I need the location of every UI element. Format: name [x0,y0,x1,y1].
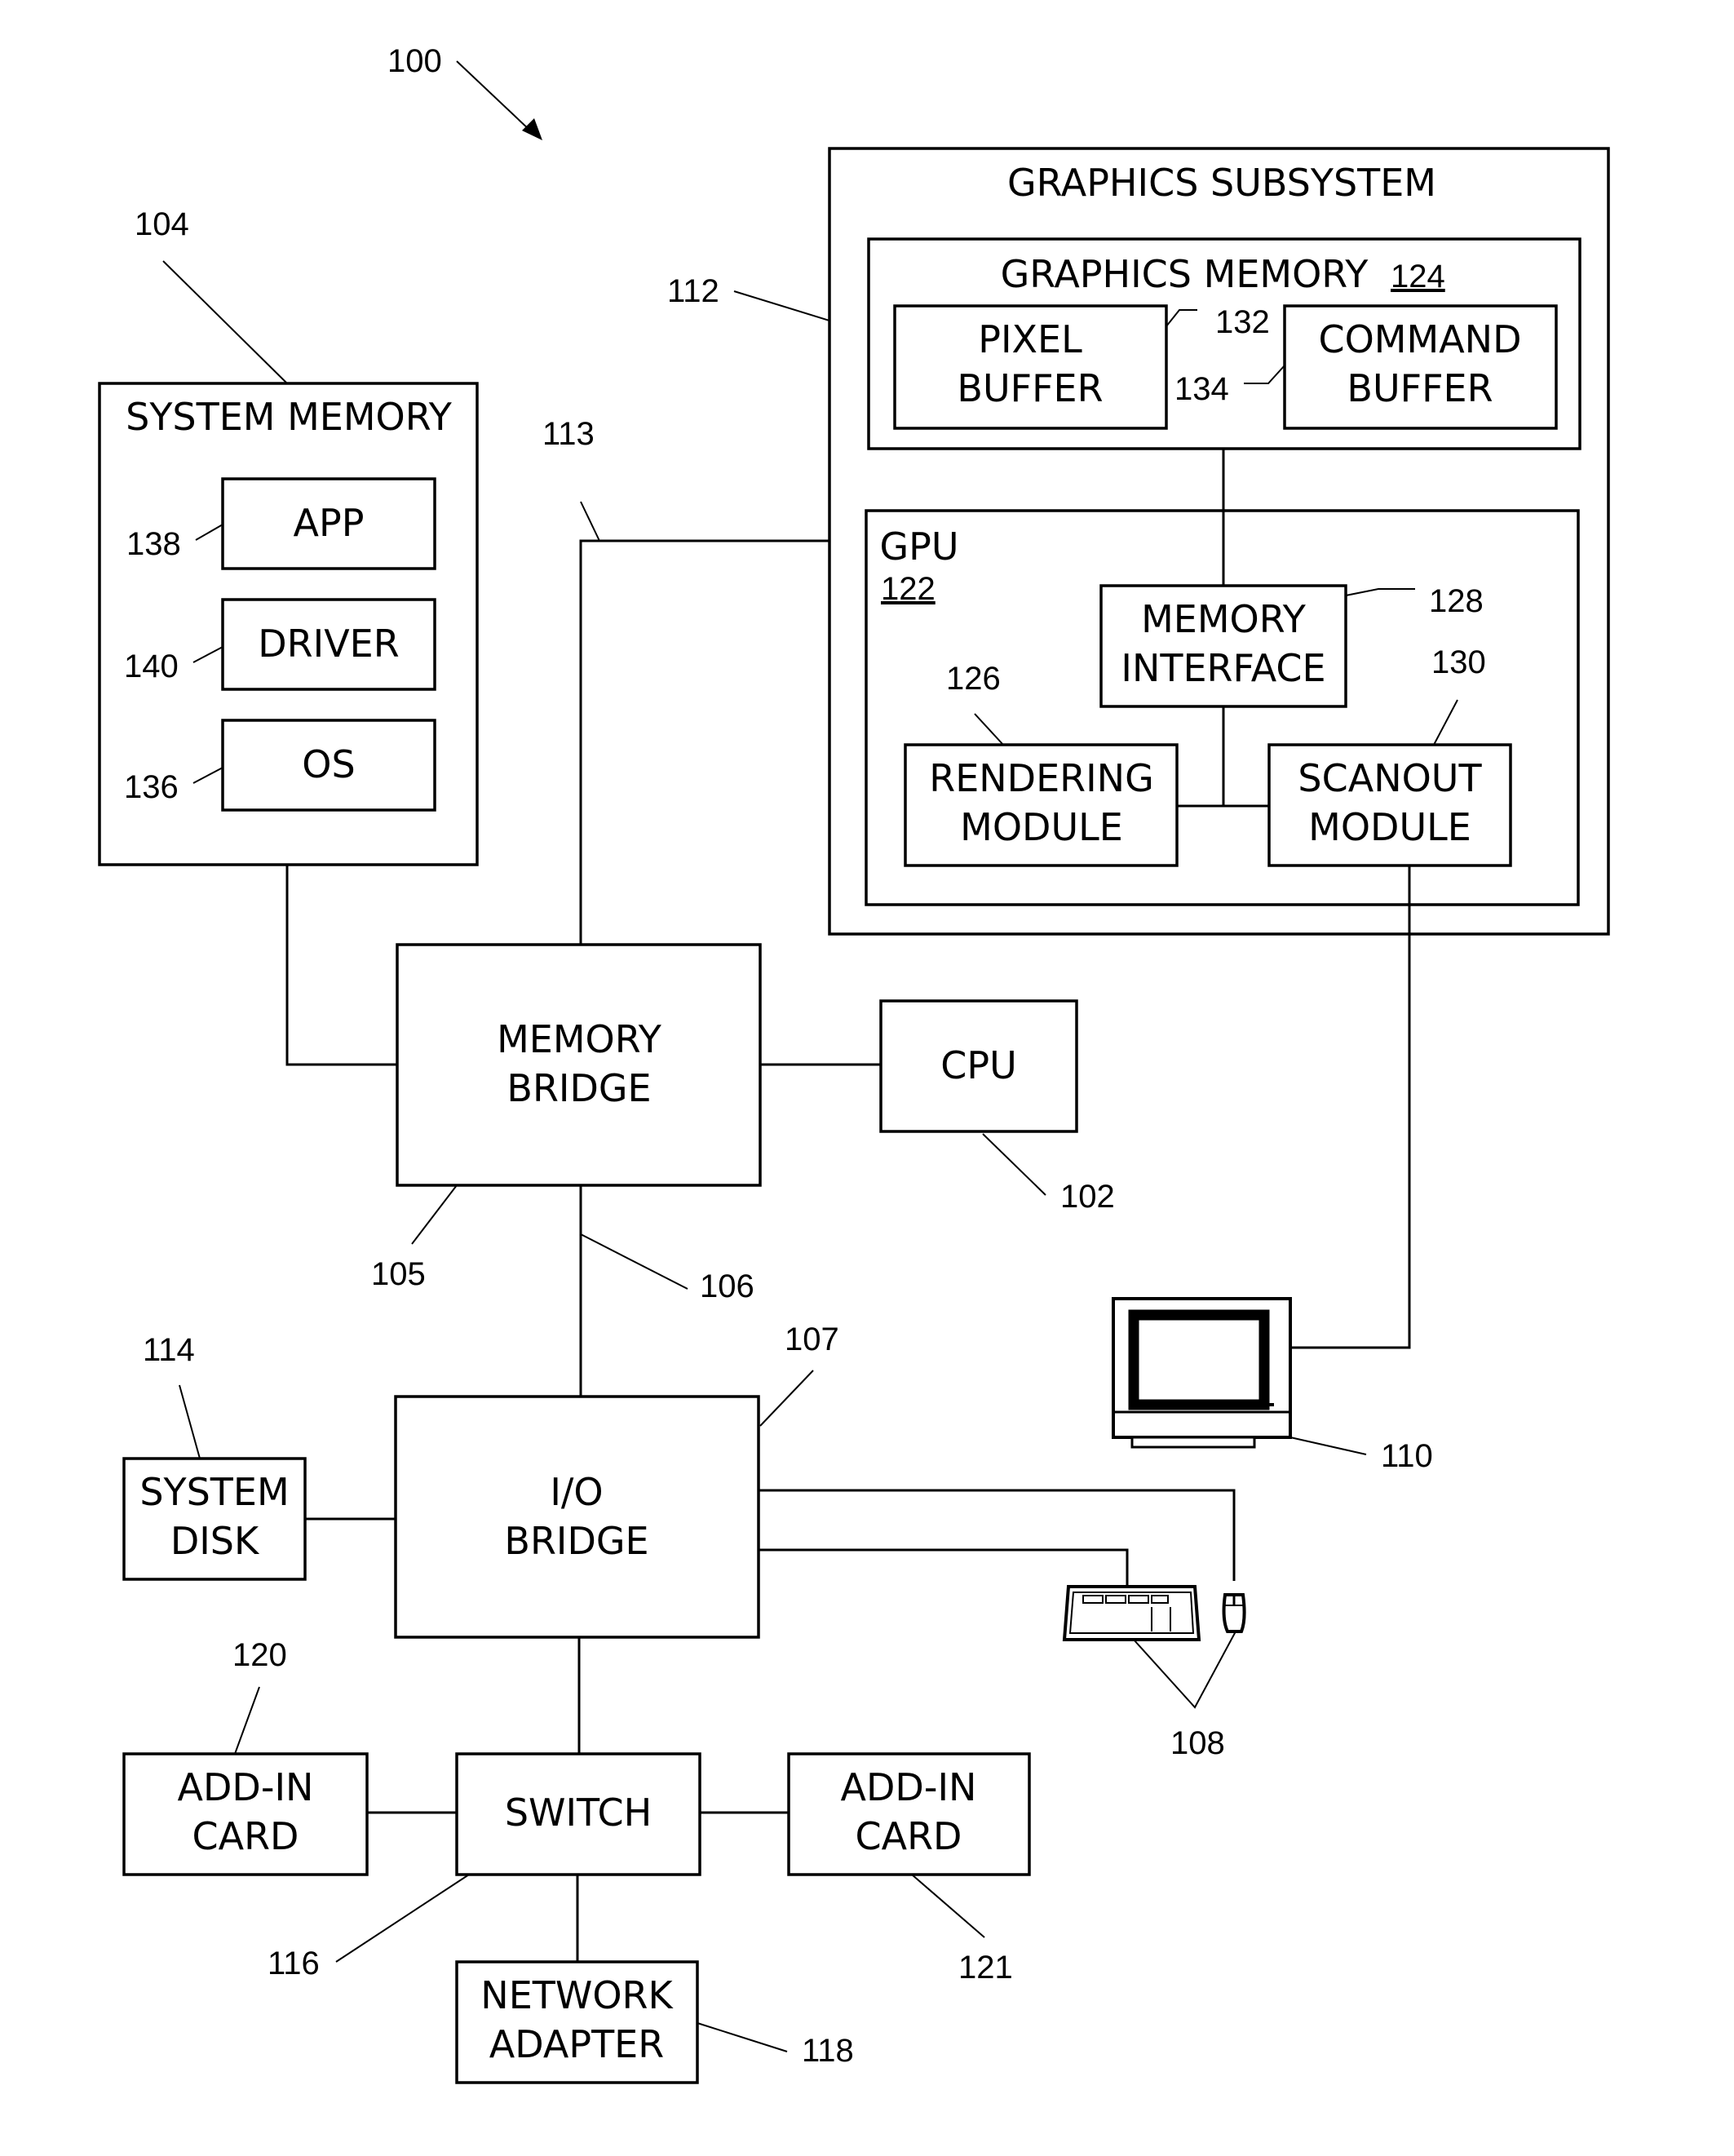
display-monitor-icon [1112,1297,1292,1449]
add-in-card-left-line2: CARD [192,1814,299,1858]
rendering-module-ref: 126 [946,661,1001,697]
add-in-card-right-line1: ADD-IN [841,1765,977,1809]
system-disk-leader [179,1384,201,1459]
scanout-to-display-wire [1291,865,1411,1349]
command-buffer-line2: BUFFER [1347,366,1493,410]
command-buffer-line1: COMMAND [1318,317,1521,361]
os-label: OS [302,742,355,786]
memory-bridge-line2: BRIDGE [506,1066,651,1110]
memory-interface-line1: MEMORY [1141,597,1307,641]
bus-106-ref: 106 [700,1268,754,1304]
add-in-card-right-line2: CARD [856,1814,962,1858]
pixel-buffer-ref: 132 [1215,304,1270,340]
sysmem-to-membridge-wire [285,865,397,1066]
pixel-buffer-line2: BUFFER [957,366,1103,410]
block-diagram: 100 GRAPHICS SUBSYSTEM 112 GRAPHICS MEMO… [98,43,1610,2084]
graphics-subsystem-title: GRAPHICS SUBSYSTEM [1007,161,1436,205]
keyboard-icon [1062,1585,1201,1641]
mouse-icon [1222,1593,1246,1633]
network-adapter-line1: NETWORK [480,1973,674,2017]
memory-interface-ref: 128 [1429,583,1484,619]
add-in-card-left-ref: 120 [232,1637,287,1673]
bus-106-leader [580,1233,688,1290]
gpu-title: GPU [879,525,958,569]
scanout-module-line2: MODULE [1308,805,1471,849]
driver-ref: 140 [124,649,179,684]
pixel-buffer-line1: PIXEL [978,317,1082,361]
scanout-module-ref: 130 [1431,644,1486,680]
cpu-label: CPU [940,1043,1017,1087]
switch-leader [335,1874,470,1963]
rendering-module-line2: MODULE [960,805,1123,849]
system-disk-ref: 114 [143,1332,195,1368]
gpu-ref: 122 [881,571,936,607]
add-in-card-left-leader [234,1686,260,1755]
figure-arrow-head [522,118,542,140]
figure-ref: 100 [387,43,442,79]
switch-ref: 116 [268,1946,320,1981]
add-in-card-left-line1: ADD-IN [178,1765,314,1809]
io-bridge-box [394,1395,760,1639]
system-memory-ref: 104 [135,206,189,242]
add-in-card-right-leader [911,1874,985,1938]
input-devices-leader [1133,1631,1236,1709]
system-memory-leader [162,260,288,384]
iobridge-to-mouse-wire [759,1489,1236,1581]
input-devices-ref: 108 [1170,1725,1225,1761]
display-leader [1289,1437,1367,1455]
cpu-leader [982,1133,1046,1196]
figure-arrow-line [456,60,531,131]
scanout-module-line1: SCANOUT [1298,756,1482,800]
network-adapter-line2: ADAPTER [489,2022,664,2066]
network-adapter-leader [697,2022,788,2052]
os-ref: 136 [124,769,179,805]
switch-label: SWITCH [505,1791,652,1835]
command-buffer-ref: 134 [1174,371,1229,407]
display-ref: 110 [1381,1438,1433,1474]
graphics-memory-ref: 124 [1391,259,1445,294]
memory-bridge-leader [411,1184,458,1245]
app-label: APP [294,501,365,545]
system-disk-line2: DISK [170,1519,260,1563]
io-bridge-leader [759,1370,814,1427]
add-in-card-right-ref: 121 [958,1950,1013,1986]
network-adapter-ref: 118 [802,2033,854,2069]
io-bridge-line2: BRIDGE [504,1519,648,1563]
driver-label: DRIVER [258,622,399,666]
bus-113-ref: 113 [542,416,595,452]
graphics-subsystem-ref: 112 [667,273,719,309]
bus-113-leader [580,501,600,542]
app-ref: 138 [126,526,181,562]
memory-interface-line2: INTERFACE [1121,646,1325,690]
io-bridge-line1: I/O [550,1470,603,1514]
memory-bridge-box [396,943,762,1187]
iobridge-to-keyboard-wire [759,1548,1129,1587]
membridge-to-graphics-wire [579,539,829,945]
memory-bridge-ref: 105 [371,1256,426,1292]
memory-bridge-line1: MEMORY [497,1017,662,1061]
rendering-module-line1: RENDERING [929,756,1154,800]
graphics-memory-title: GRAPHICS MEMORY [1001,252,1369,296]
system-memory-title: SYSTEM MEMORY [126,395,453,439]
cpu-ref: 102 [1060,1179,1115,1215]
system-disk-line1: SYSTEM [139,1470,289,1514]
graphics-subsystem-leader [733,290,830,321]
io-bridge-ref: 107 [785,1321,839,1357]
